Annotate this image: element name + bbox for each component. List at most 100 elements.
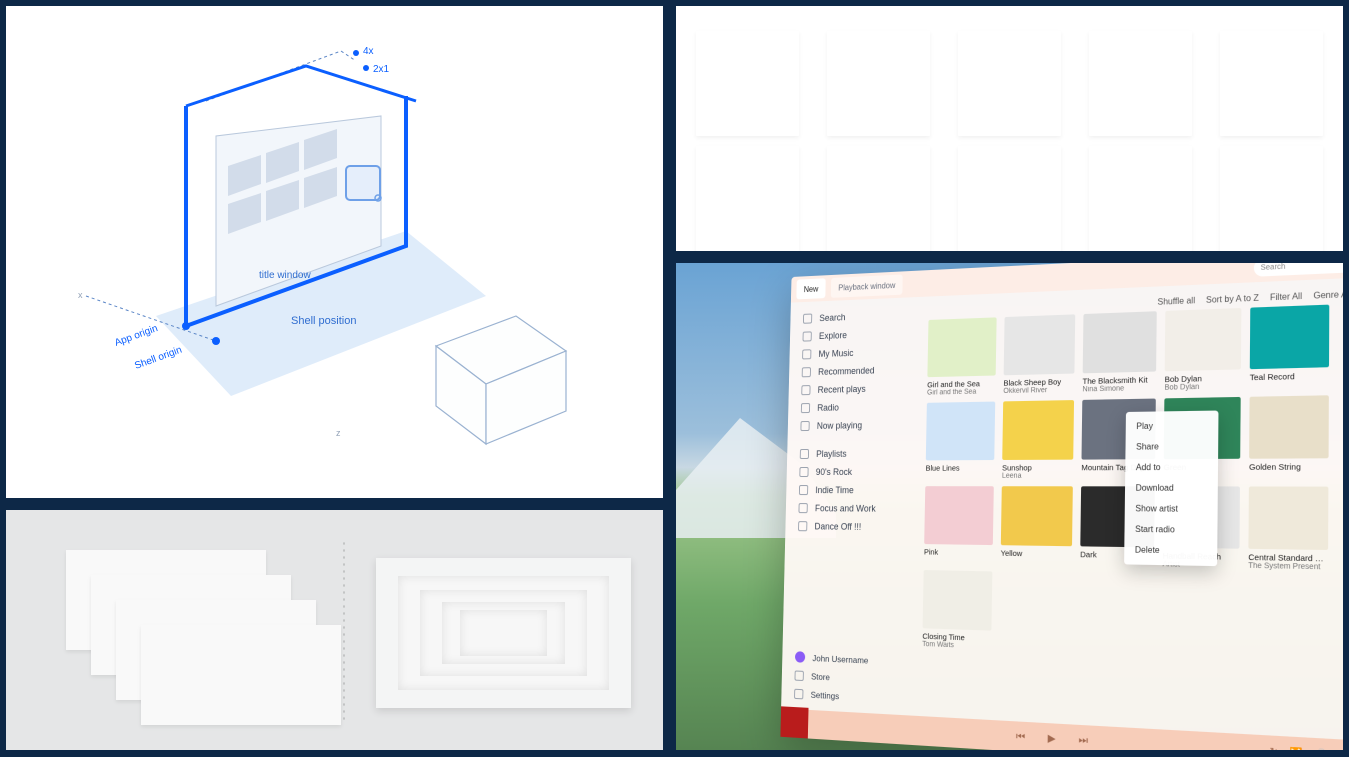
sidebar-label: Focus and Work [815,503,876,514]
ctx-addto[interactable]: Add to [1125,457,1218,478]
dim-label-2x1: 2x1 [373,64,390,75]
app-tab[interactable]: Playback window [831,274,903,297]
divider-dots [343,540,345,720]
album-item[interactable]: Girl and the SeaGirl and the Sea [927,317,997,396]
sidebar-label: Indie Time [815,485,854,495]
elevation-panel [6,510,663,750]
play-icon [800,421,809,431]
player-volume-button[interactable]: 🔊 [1314,748,1327,750]
album-item[interactable]: The Blacksmith KitNina Simone [1082,311,1156,393]
sidebar-item-playlist[interactable]: 90's Rock [787,462,922,481]
album-art [926,402,995,461]
sidebar-label: Recommended [818,365,875,377]
shuffle-button[interactable]: Shuffle all [1157,296,1195,307]
empty-card [1089,31,1192,136]
svg-text:x: x [78,290,83,300]
sidebar-label: Search [819,312,845,323]
album-item[interactable]: Golden String [1249,395,1329,480]
album-art [927,317,996,377]
album-item[interactable]: Bob DylanBob Dylan [1164,308,1241,392]
album-art [1002,400,1074,460]
ctx-download[interactable]: Download [1125,478,1218,499]
avatar-icon [795,651,805,663]
sidebar-label: Now playing [817,420,862,431]
mixed-reality-panel: × New Playback window Search Search Expl… [676,263,1343,750]
ctx-share[interactable]: Share [1125,436,1218,457]
label-app-origin: App origin [113,323,159,349]
ctx-play[interactable]: Play [1126,415,1219,437]
album-art [1250,305,1330,370]
search-icon [803,314,812,324]
genre-dropdown[interactable]: Genre All [1313,289,1343,301]
album-art [923,570,993,631]
album-art [924,486,994,545]
gear-icon [794,689,803,700]
music-icon [802,349,811,359]
album-item[interactable]: Black Sheep BoyOkkervil River [1003,314,1075,395]
album-title: Yellow [1001,548,1072,559]
sidebar-label: John Username [812,652,868,665]
player-repeat-button[interactable]: ↻ [1269,745,1278,750]
ctx-startradio[interactable]: Start radio [1124,519,1217,541]
ctx-showartist[interactable]: Show artist [1125,498,1218,519]
player-play-button[interactable]: ▶ [1048,732,1056,744]
album-item[interactable]: Yellow [1000,486,1072,566]
album-subtitle: Okkervil River [1003,386,1074,395]
empty-card [1220,146,1323,251]
sidebar-item-radio[interactable]: Radio [788,397,923,418]
stacked-card [141,625,341,725]
album-art [1004,314,1076,375]
playlist-icon [798,503,807,513]
sort-dropdown[interactable]: Sort by A to Z [1206,293,1259,305]
svg-text:z: z [336,428,341,438]
album-item[interactable]: Teal Record [1250,305,1330,391]
album-item[interactable]: Closing TimeTom Waits [922,570,992,651]
radio-icon [801,403,810,413]
sidebar-item-playlists[interactable]: Playlists [787,444,922,463]
ctx-delete[interactable]: Delete [1124,539,1217,561]
empty-card [1089,146,1192,251]
label-shell-position: Shell position [291,315,356,327]
empty-card [696,31,799,136]
player-prev-button[interactable]: ⏮ [1016,731,1025,743]
clock-icon [801,385,810,395]
app-tab[interactable]: New [796,278,825,299]
album-title: Teal Record [1250,371,1329,383]
album-art [1083,311,1157,373]
album-art [1165,308,1242,371]
playlist-icon [799,467,808,477]
sidebar-item-playlist[interactable]: Dance Off !!! [785,517,921,537]
album-title: Sunshop [1002,463,1073,473]
sidebar-item-playlist[interactable]: Indie Time [786,481,921,500]
isometric-diagram-panel: 4x 2x1 title window Shell position App o… [6,6,663,498]
album-subtitle: Bob Dylan [1164,383,1240,392]
empty-card [827,146,930,251]
album-title: Blue Lines [926,463,995,473]
album-item[interactable]: Blue Lines [925,402,995,480]
sidebar-label: Radio [817,402,839,412]
sidebar-label: Settings [811,690,840,702]
sidebar: Search Explore My Music Recommended Rece… [781,297,925,716]
sidebar-label: Playlists [816,449,847,459]
music-app-window[interactable]: × New Playback window Search Search Expl… [780,263,1343,750]
nested-inset [376,558,631,708]
player-more-button[interactable]: … [1339,749,1343,750]
player-next-button[interactable]: ⏭ [1078,734,1088,747]
album-item[interactable]: Central Standard TimeThe System Present [1248,486,1328,571]
sidebar-label: My Music [818,348,853,359]
list-icon [800,449,809,459]
player-shuffle-button[interactable]: 🔀 [1290,746,1303,750]
label-title-window: title window [259,270,311,281]
address-search[interactable]: Search [1254,263,1343,277]
empty-card [696,146,799,251]
now-playing-art[interactable] [780,706,808,738]
sidebar-item-nowplaying[interactable]: Now playing [788,415,923,435]
playlist-icon [799,485,808,495]
album-item[interactable]: Pink [924,486,994,565]
album-item[interactable]: SunshopLeena [1002,400,1074,480]
filter-dropdown[interactable]: Filter All [1270,291,1302,302]
sidebar-label: 90's Rock [816,467,852,477]
sidebar-item-playlist[interactable]: Focus and Work [786,499,921,518]
empty-card [1220,31,1323,136]
empty-card [958,31,1061,136]
